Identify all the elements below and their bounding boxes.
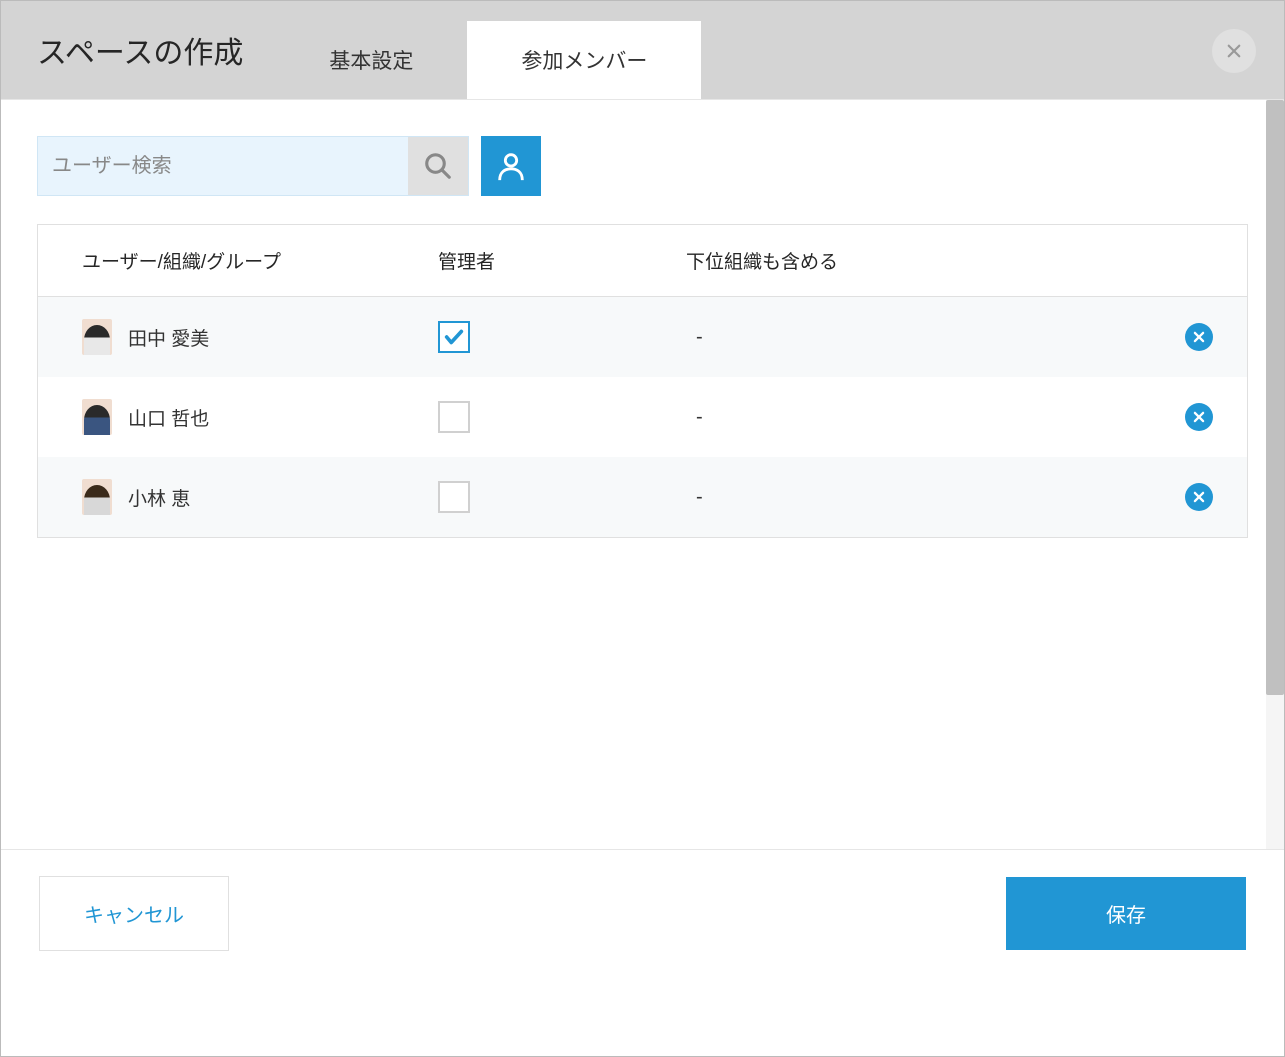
column-name: ユーザー/組織/グループ [38,247,438,274]
tabs: 基本設定 参加メンバー [275,1,701,99]
table-body: 田中 愛美 - 山口 哲也 - 小林 恵 - [38,297,1247,537]
avatar [82,319,112,355]
row-remove [966,403,1247,431]
row-include: - [686,486,966,509]
admin-checkbox[interactable] [438,481,470,513]
cancel-button[interactable]: キャンセル [39,876,229,951]
dialog-content: ユーザー/組織/グループ 管理者 下位組織も含める 田中 愛美-山口 哲也-小林… [1,100,1284,849]
user-icon [494,149,528,183]
save-button[interactable]: 保存 [1006,877,1246,950]
close-icon [1225,42,1243,60]
members-table: ユーザー/組織/グループ 管理者 下位組織も含める 田中 愛美-山口 哲也-小林… [37,224,1248,538]
user-picker-button[interactable] [481,136,541,196]
column-remove [966,247,1247,274]
row-include: - [686,406,966,429]
table-row: 田中 愛美 - [38,297,1247,377]
member-name: 山口 哲也 [128,404,209,431]
search-icon [423,151,453,181]
tab-members[interactable]: 参加メンバー [467,21,701,99]
remove-icon [1192,490,1206,504]
row-remove [966,483,1247,511]
row-admin [438,481,686,513]
remove-button[interactable] [1185,403,1213,431]
row-name: 田中 愛美 [38,319,438,355]
column-include: 下位組織も含める [686,247,966,274]
avatar [82,399,112,435]
check-icon [443,326,465,348]
table-row: 小林 恵 - [38,457,1247,537]
row-name: 小林 恵 [38,479,438,515]
row-admin [438,321,686,353]
scrollbar-thumb[interactable] [1266,100,1284,695]
admin-checkbox[interactable] [438,321,470,353]
close-button[interactable] [1212,29,1256,73]
remove-icon [1192,330,1206,344]
row-include: - [686,326,966,349]
scrollbar[interactable] [1266,100,1284,849]
search-button[interactable] [408,137,468,195]
column-admin: 管理者 [438,247,686,274]
remove-icon [1192,410,1206,424]
dialog-title: スペースの作成 [1,28,275,72]
dialog-header: スペースの作成 基本設定 参加メンバー [1,1,1284,100]
remove-button[interactable] [1185,323,1213,351]
search-box [37,136,469,196]
avatar [82,479,112,515]
member-name: 小林 恵 [128,484,190,511]
admin-checkbox[interactable] [438,401,470,433]
row-remove [966,323,1247,351]
row-admin [438,401,686,433]
table-header: ユーザー/組織/グループ 管理者 下位組織も含める [38,225,1247,297]
member-name: 田中 愛美 [128,324,209,351]
table-row: 山口 哲也 - [38,377,1247,457]
dialog-footer: キャンセル 保存 [1,849,1284,977]
search-row [37,136,1248,196]
tab-basic-settings[interactable]: 基本設定 [275,21,467,99]
row-name: 山口 哲也 [38,399,438,435]
remove-button[interactable] [1185,483,1213,511]
search-input[interactable] [38,137,408,195]
